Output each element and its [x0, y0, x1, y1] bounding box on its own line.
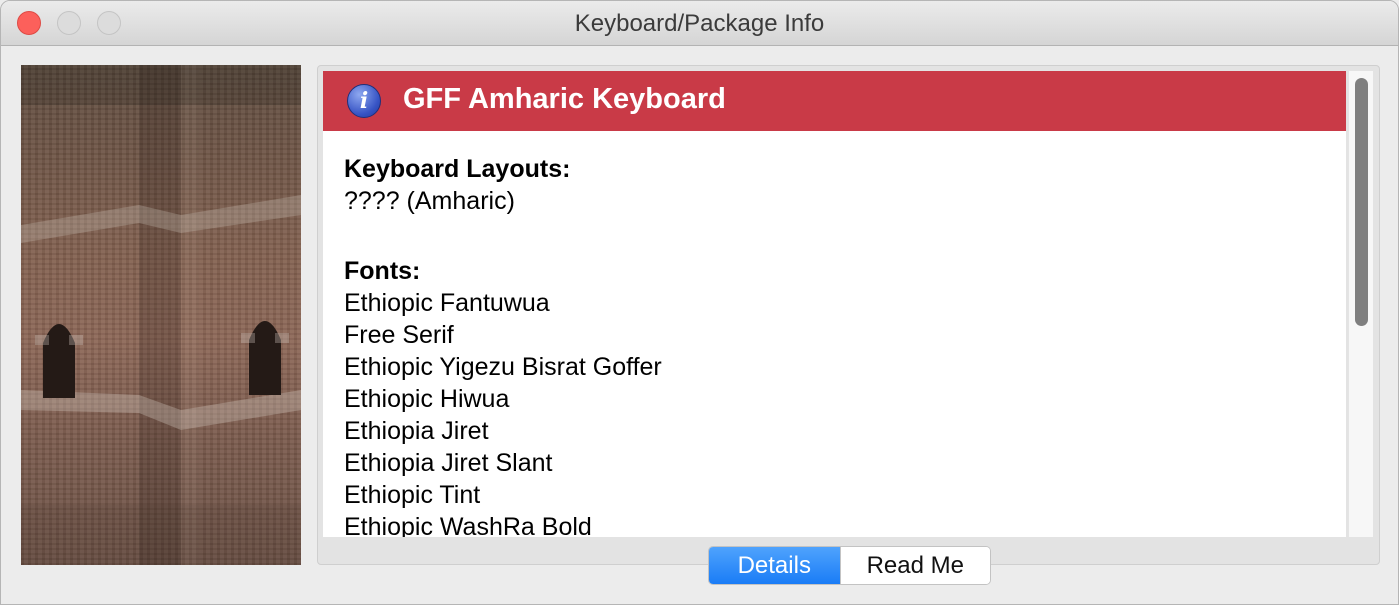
package-details: Keyboard Layouts: ???? (Amharic) Fonts: …: [344, 153, 662, 537]
package-side-image: [21, 65, 301, 565]
vertical-scrollbar[interactable]: [1348, 71, 1373, 537]
tab-details[interactable]: Details: [709, 547, 840, 584]
keyboard-layout-item: ???? (Amharic): [344, 187, 515, 215]
scrollbar-thumb[interactable]: [1355, 78, 1368, 326]
info-panel: i GFF Amharic Keyboard Keyboard Layouts:…: [317, 65, 1380, 565]
font-item: Ethiopic Yigezu Bisrat Goffer: [344, 353, 662, 381]
keyboard-layouts-heading: Keyboard Layouts:: [344, 155, 571, 183]
package-header: i GFF Amharic Keyboard: [323, 71, 1346, 131]
package-info-window: Keyboard/Package Info i GFF Amharic Keyb…: [0, 0, 1399, 605]
fonts-heading: Fonts:: [344, 257, 421, 285]
package-title: GFF Amharic Keyboard: [403, 83, 726, 115]
font-item: Ethiopic Fantuwua: [344, 289, 550, 317]
tab-read-me[interactable]: Read Me: [839, 547, 990, 584]
font-item: Ethiopia Jiret Slant: [344, 449, 553, 477]
church-wall-picture: [21, 65, 301, 565]
font-item: Ethiopia Jiret: [344, 417, 489, 445]
view-segmented-control: Details Read Me: [708, 546, 991, 585]
font-item: Ethiopic Tint: [344, 481, 481, 509]
info-icon: i: [347, 84, 381, 118]
font-item: Free Serif: [344, 321, 454, 349]
window-title: Keyboard/Package Info: [574, 10, 825, 37]
details-content: i GFF Amharic Keyboard Keyboard Layouts:…: [323, 71, 1346, 537]
font-item: Ethiopic Hiwua: [344, 385, 510, 413]
title-bar: Keyboard/Package Info: [1, 1, 1398, 46]
font-item: Ethiopic WashRa Bold: [344, 513, 592, 537]
